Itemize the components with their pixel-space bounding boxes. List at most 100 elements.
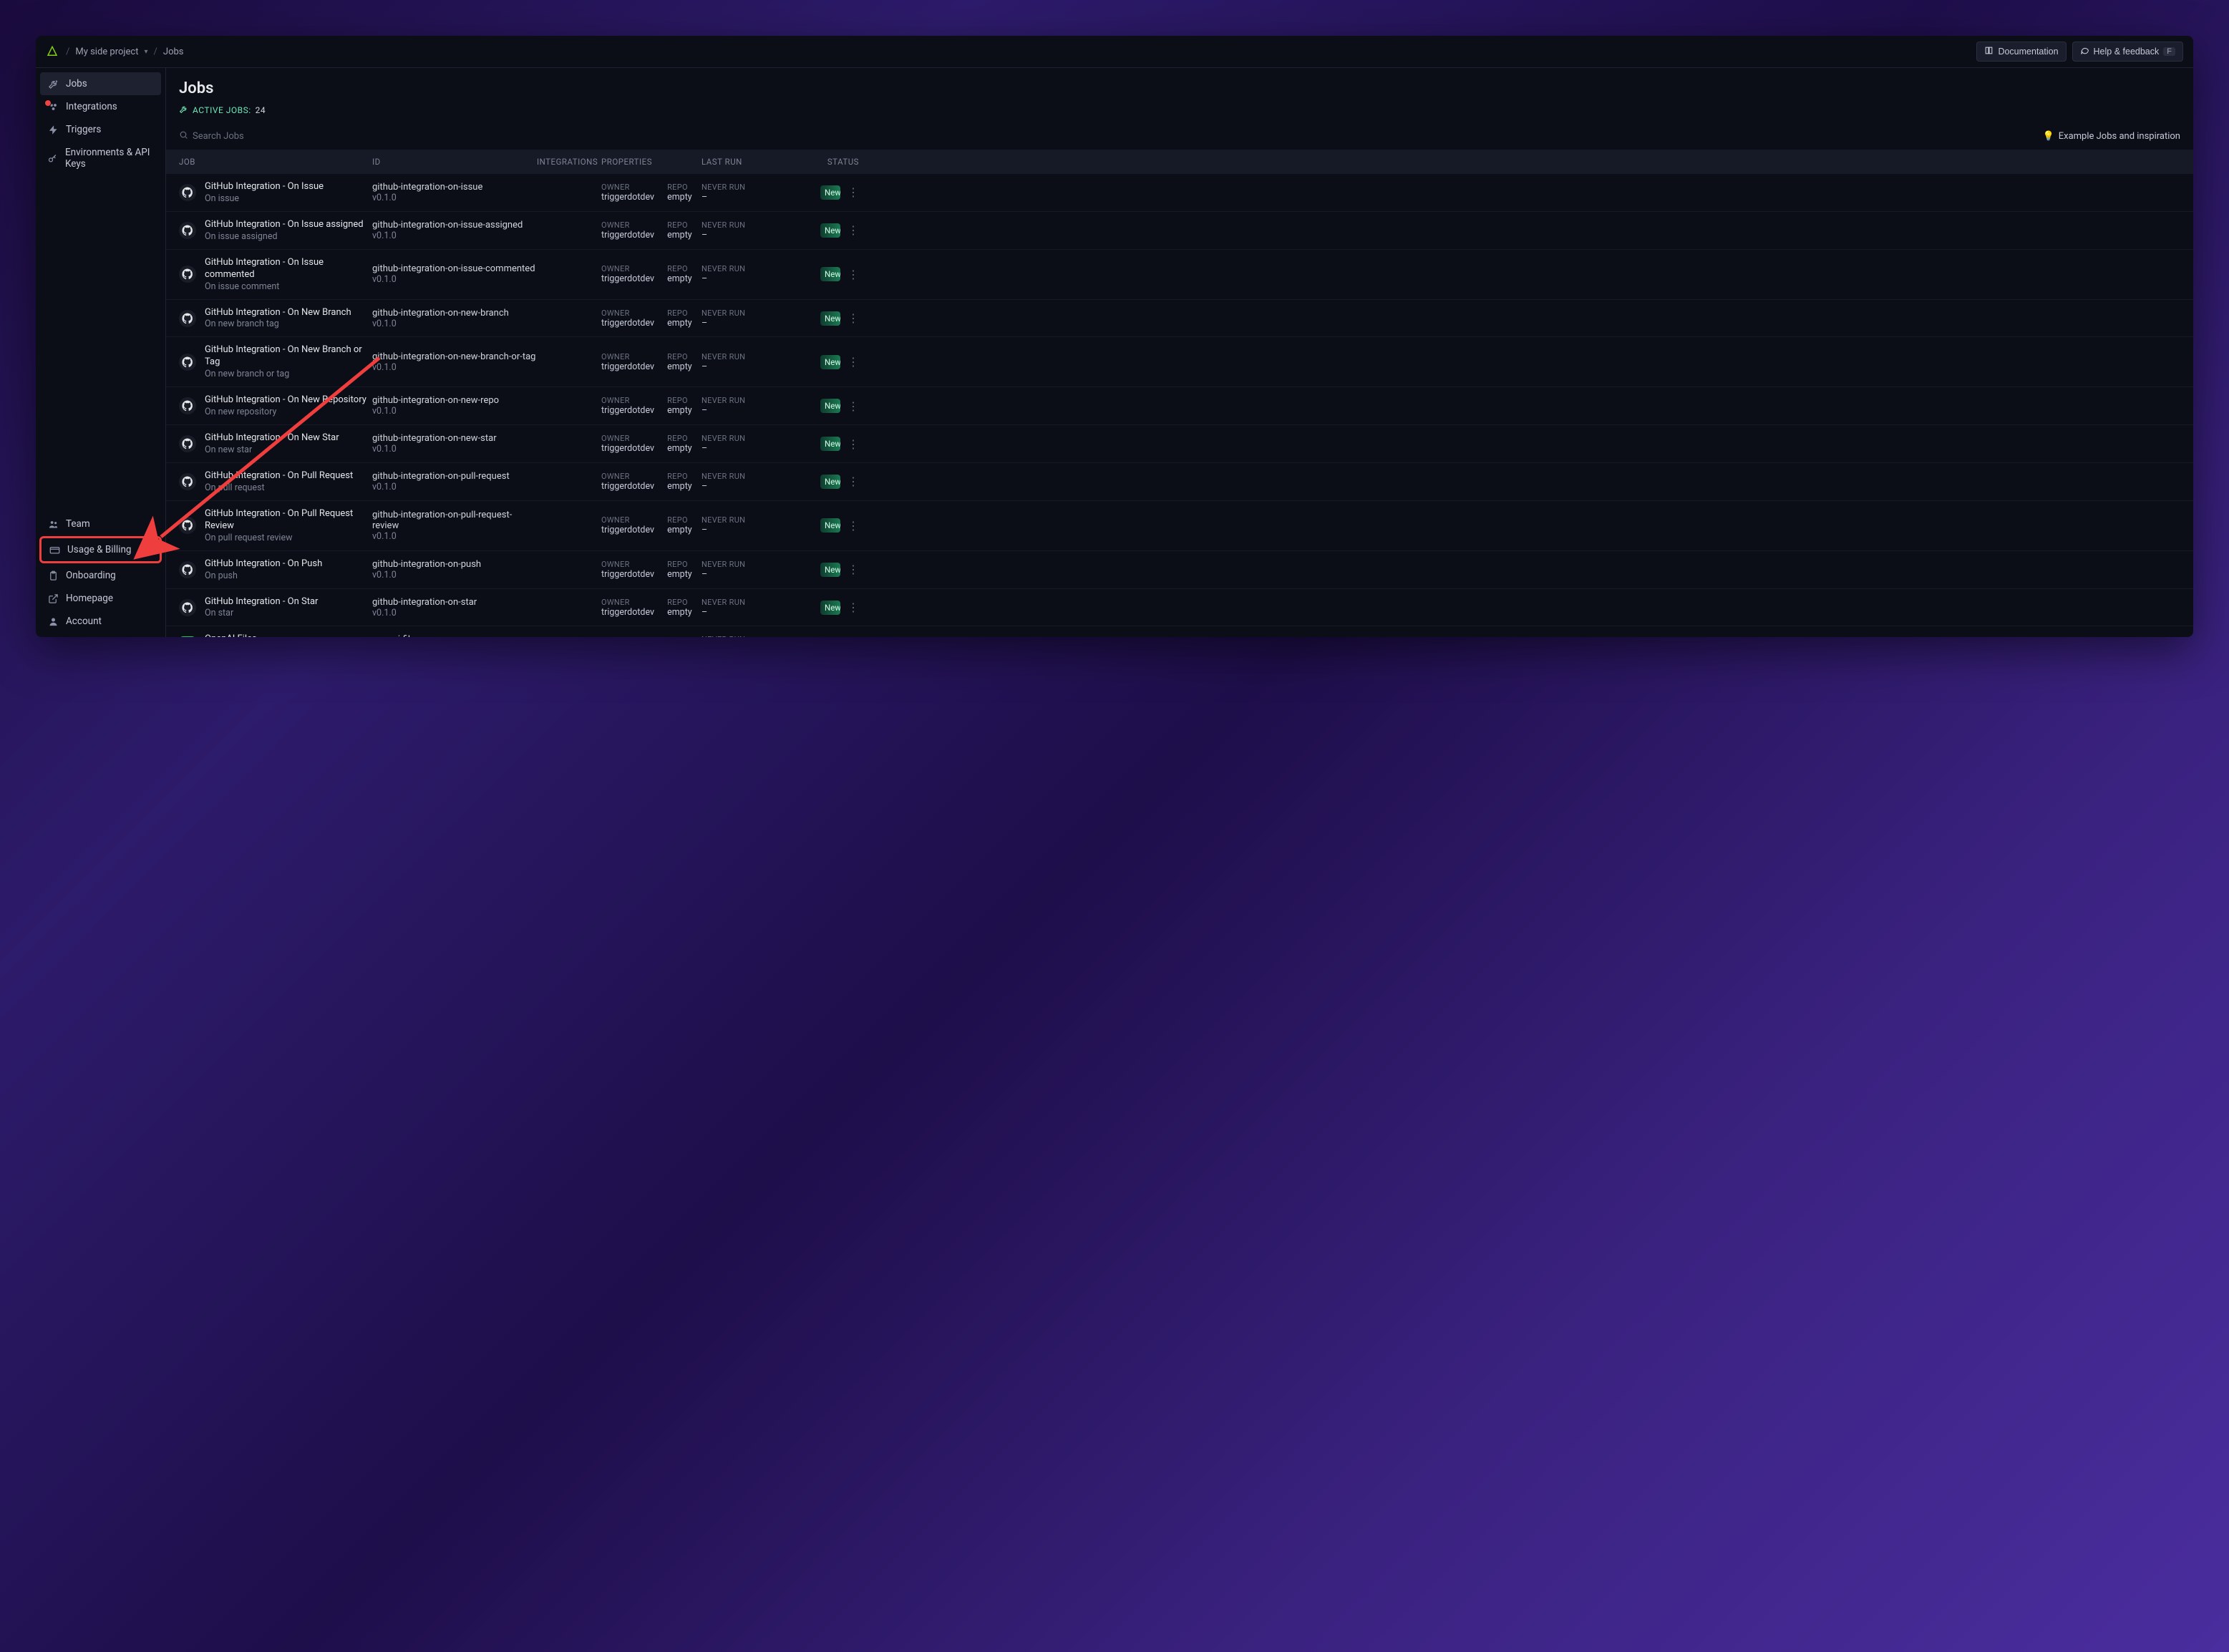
lastrun-label: NEVER RUN (701, 560, 816, 569)
prop-label: OWNER (601, 352, 654, 361)
row-menu-button[interactable]: ⋮ (848, 563, 859, 576)
sidebar-item-onboarding[interactable]: Onboarding (40, 564, 161, 587)
sidebar-item-triggers[interactable]: Triggers (40, 118, 161, 141)
prop-value: empty (667, 443, 692, 454)
lastrun-value: – (701, 405, 816, 416)
search-input[interactable]: Search Jobs (179, 130, 244, 142)
prop-value: empty (667, 361, 692, 372)
table-row[interactable]: GitHub Integration - On Pull Request Rev… (166, 501, 2193, 551)
sidebar-item-environments-api-keys[interactable]: Environments & API Keys (40, 141, 161, 175)
status-badge: New (820, 563, 840, 577)
prop-value: empty (667, 405, 692, 416)
alert-badge (44, 99, 52, 107)
status-badge: New (820, 311, 840, 326)
documentation-button[interactable]: Documentation (1976, 42, 2066, 62)
prop-label: OWNER (601, 264, 654, 273)
row-menu-button[interactable]: ⋮ (848, 519, 859, 533)
sidebar-item-usage-billing[interactable]: Usage & Billing (42, 538, 160, 561)
breadcrumb: / My side project ▾ / Jobs (66, 47, 184, 57)
table-row[interactable]: GitHub Integration - On New BranchOn new… (166, 300, 2193, 338)
job-sub: On new branch tag (205, 319, 351, 329)
sidebar-item-label: Jobs (66, 78, 87, 89)
job-name: GitHub Integration - On Pull Request (205, 470, 353, 482)
col-job: JOB (179, 157, 372, 167)
example-jobs-label: Example Jobs and inspiration (2059, 131, 2180, 142)
table-row[interactable]: GitHub Integration - On IssueOn issuegit… (166, 174, 2193, 212)
active-jobs-count: 24 (256, 105, 266, 115)
prop-value: empty (667, 481, 692, 492)
row-menu-button[interactable]: ⋮ (848, 437, 859, 451)
active-jobs-label: ACTIVE JOBS: (193, 105, 251, 115)
sidebar-item-homepage[interactable]: Homepage (40, 587, 161, 610)
job-version: v0.1.0 (372, 444, 537, 455)
page-title: Jobs (179, 79, 2180, 97)
job-name: GitHub Integration - On New Repository (205, 394, 366, 407)
prop-value: triggerdotdev (601, 318, 654, 329)
status-badge: New (820, 437, 840, 451)
sidebar-item-team[interactable]: Team (40, 512, 161, 535)
prop-value: empty (667, 318, 692, 329)
prop-value: triggerdotdev (601, 443, 654, 454)
external-icon (47, 593, 59, 604)
job-version: v0.1.0 (372, 274, 537, 285)
status-badge: New (820, 185, 840, 200)
help-feedback-button[interactable]: Help & feedback F (2072, 42, 2183, 62)
job-version: v0.1.0 (372, 406, 537, 417)
prop-value: triggerdotdev (601, 481, 654, 492)
table-row[interactable]: GitHub Integration - On Issue commentedO… (166, 250, 2193, 300)
prop-value: triggerdotdev (601, 192, 654, 203)
row-menu-button[interactable]: ⋮ (848, 268, 859, 281)
col-lastrun: LAST RUN (701, 157, 816, 167)
job-sub: On pull request review (205, 533, 372, 543)
sidebar: Jobs Integrations TriggersEnvironments & A… (36, 68, 166, 637)
table-row[interactable]: GitHub Integration - On New RepositoryOn… (166, 387, 2193, 425)
prop-label: REPO (667, 396, 692, 405)
job-id: openai-files (372, 634, 537, 637)
sidebar-item-label: Integrations (66, 101, 117, 112)
example-jobs-link[interactable]: 💡 Example Jobs and inspiration (2043, 131, 2180, 142)
table-row[interactable]: <>OpenAI FilesEventopenai-filesv0.0.1NEV… (166, 626, 2193, 637)
job-id: github-integration-on-new-branch (372, 308, 537, 319)
row-menu-button[interactable]: ⋮ (848, 223, 859, 237)
chevron-down-icon[interactable]: ▾ (144, 48, 147, 56)
prop-label: OWNER (601, 472, 654, 481)
github-icon (179, 184, 196, 201)
table-row[interactable]: GitHub Integration - On New StarOn new s… (166, 425, 2193, 463)
bolt-icon (47, 124, 59, 135)
row-menu-button[interactable]: ⋮ (848, 601, 859, 614)
job-name: GitHub Integration - On New Star (205, 432, 339, 444)
sidebar-item-label: Usage & Billing (67, 544, 131, 555)
job-name: GitHub Integration - On Star (205, 596, 318, 608)
table-row[interactable]: GitHub Integration - On StarOn stargithu… (166, 589, 2193, 627)
breadcrumb-page[interactable]: Jobs (163, 47, 184, 57)
github-icon (179, 266, 196, 283)
lastrun-value: – (701, 318, 816, 329)
sidebar-item-integrations[interactable]: Integrations (40, 95, 161, 118)
github-icon (179, 517, 196, 534)
table-header: JOB ID INTEGRATIONS PROPERTIES LAST RUN … (166, 150, 2193, 174)
row-menu-button[interactable]: ⋮ (848, 311, 859, 325)
row-menu-button[interactable]: ⋮ (848, 185, 859, 199)
prop-label: REPO (667, 515, 692, 525)
table-row[interactable]: GitHub Integration - On Issue assignedOn… (166, 212, 2193, 250)
table-row[interactable]: GitHub Integration - On Pull RequestOn p… (166, 463, 2193, 501)
prop-label: OWNER (601, 183, 654, 192)
sidebar-item-account[interactable]: Account (40, 610, 161, 633)
row-menu-button[interactable]: ⋮ (848, 399, 859, 413)
prop-label: REPO (667, 560, 692, 569)
prop-value: empty (667, 525, 692, 535)
row-menu-button[interactable]: ⋮ (848, 355, 859, 369)
table-row[interactable]: GitHub Integration - On PushOn pushgithu… (166, 551, 2193, 589)
main-content: Jobs ACTIVE JOBS: 24 Search Jobs (166, 68, 2193, 637)
status-badge: New (820, 475, 840, 489)
sidebar-item-jobs[interactable]: Jobs (40, 72, 161, 95)
prop-value: triggerdotdev (601, 525, 654, 535)
lastrun-label: NEVER RUN (701, 515, 816, 525)
lastrun-label: NEVER RUN (701, 635, 816, 637)
breadcrumb-project[interactable]: My side project (75, 47, 138, 57)
table-row[interactable]: GitHub Integration - On New Branch or Ta… (166, 337, 2193, 387)
lastrun-value: – (701, 607, 816, 618)
row-menu-button[interactable]: ⋮ (848, 475, 859, 488)
job-version: v0.1.0 (372, 193, 537, 203)
code-icon: <> (179, 636, 196, 637)
